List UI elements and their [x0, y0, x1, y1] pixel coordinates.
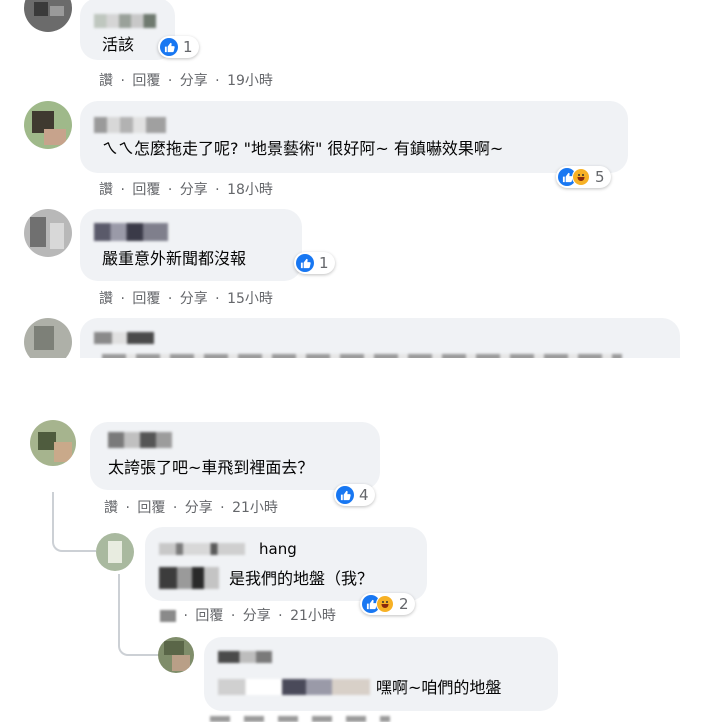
separator: ·	[167, 73, 173, 89]
thread-line	[118, 620, 160, 656]
separator: ·	[278, 608, 283, 624]
timestamp[interactable]: 15小時	[227, 290, 273, 308]
share-button[interactable]: 分享	[243, 607, 271, 625]
like-button[interactable]: 讚	[104, 499, 118, 517]
comment-bubble: 太誇張了吧~車飛到裡面去？	[90, 422, 380, 490]
comment-text: 活該	[102, 35, 135, 54]
reply-actions: · 回覆 · 分享 · 21小時	[160, 607, 336, 625]
reaction-summary[interactable]: 1	[294, 252, 335, 274]
comment-actions: 讚 · 回覆 · 分享 · 15小時	[99, 290, 273, 308]
comment-text: 嚴重意外新聞都沒報	[102, 249, 247, 268]
reply-bubble: hang 是我們的地盤（我？	[145, 527, 427, 601]
separator: ·	[167, 182, 173, 198]
timestamp[interactable]: 21小時	[290, 607, 336, 625]
like-button-redacted[interactable]	[160, 610, 176, 622]
cropped-comment	[0, 316, 720, 358]
reply-button[interactable]: 回覆	[137, 499, 165, 517]
separator: ·	[215, 73, 220, 89]
reply-bubble: 嘿啊~咱們的地盤	[204, 637, 558, 711]
reply-button[interactable]: 回覆	[132, 181, 160, 199]
like-icon	[296, 254, 314, 272]
reaction-count: 1	[183, 38, 193, 56]
comment-text: 太誇張了吧~車飛到裡面去？	[108, 458, 314, 477]
comment-bubble: 嚴重意外新聞都沒報	[80, 209, 302, 281]
reaction-summary[interactable]: 5	[556, 166, 611, 188]
reply-button[interactable]: 回覆	[132, 290, 160, 308]
comment-bubble: ㄟㄟ怎麼拖走了呢? "地景藝術" 很好阿~ 有鎮嚇效果啊~	[80, 101, 628, 173]
reaction-summary[interactable]: 2	[360, 593, 415, 615]
haha-icon	[572, 168, 590, 186]
reply-button[interactable]: 回覆	[132, 72, 160, 90]
separator: ·	[183, 608, 188, 624]
author-name-redacted[interactable]	[94, 117, 166, 133]
comment-actions: 讚 · 回覆 · 分享 · 18小時	[99, 181, 273, 199]
separator: ·	[120, 291, 125, 307]
separator: ·	[172, 500, 178, 516]
author-name-redacted[interactable]	[94, 14, 156, 28]
author-name-redacted[interactable]	[108, 432, 172, 448]
author-name-redacted[interactable]	[94, 332, 154, 344]
author-name-fragment[interactable]: hang	[259, 539, 297, 559]
comment-actions: 讚 · 回覆 · 分享 · 19小時	[99, 72, 273, 90]
avatar[interactable]	[24, 318, 72, 358]
like-button[interactable]: 讚	[99, 290, 113, 308]
share-button[interactable]: 分享	[185, 499, 213, 517]
reply-text-redacted	[218, 679, 370, 695]
separator: ·	[120, 182, 125, 198]
reaction-count: 1	[319, 254, 329, 272]
reaction-count: 4	[359, 486, 369, 504]
author-name-redacted[interactable]	[94, 223, 168, 241]
avatar[interactable]	[24, 0, 72, 32]
reply-actions-redacted	[210, 716, 390, 722]
avatar[interactable]	[24, 209, 72, 257]
comment-bubble	[80, 318, 680, 358]
separator: ·	[220, 500, 225, 516]
share-button[interactable]: 分享	[180, 72, 208, 90]
separator: ·	[120, 73, 125, 89]
share-button[interactable]: 分享	[180, 290, 208, 308]
timestamp[interactable]: 19小時	[227, 72, 273, 90]
reply-text: 是我們的地盤（我？	[229, 569, 374, 588]
reaction-summary[interactable]: 4	[334, 484, 375, 506]
haha-icon	[376, 595, 394, 613]
thread-line	[52, 500, 96, 552]
comment-actions: 讚 · 回覆 · 分享 · 21小時	[104, 499, 278, 517]
reply-button[interactable]: 回覆	[195, 607, 223, 625]
reaction-summary[interactable]: 1	[158, 36, 199, 58]
separator: ·	[215, 291, 220, 307]
separator: ·	[215, 182, 220, 198]
like-button[interactable]: 讚	[99, 181, 113, 199]
like-icon	[160, 38, 178, 56]
reaction-count: 5	[595, 168, 605, 186]
like-icon	[336, 486, 354, 504]
avatar[interactable]	[158, 637, 194, 673]
like-button[interactable]: 讚	[99, 72, 113, 90]
share-button[interactable]: 分享	[180, 181, 208, 199]
reply-text: 嘿啊~咱們的地盤	[376, 678, 502, 697]
separator: ·	[230, 608, 236, 624]
reaction-count: 2	[399, 595, 409, 613]
timestamp[interactable]: 21小時	[232, 499, 278, 517]
separator: ·	[125, 500, 130, 516]
comment-text-redacted	[102, 354, 622, 358]
avatar[interactable]	[96, 533, 134, 571]
avatar[interactable]	[30, 420, 76, 466]
separator: ·	[167, 291, 173, 307]
author-name-redacted[interactable]	[159, 543, 245, 555]
reply-text-redacted	[159, 567, 219, 589]
avatar[interactable]	[24, 101, 72, 149]
timestamp[interactable]: 18小時	[227, 181, 273, 199]
comment-text: ㄟㄟ怎麼拖走了呢? "地景藝術" 很好阿~ 有鎮嚇效果啊~	[102, 139, 504, 158]
author-name-redacted[interactable]	[218, 651, 272, 663]
